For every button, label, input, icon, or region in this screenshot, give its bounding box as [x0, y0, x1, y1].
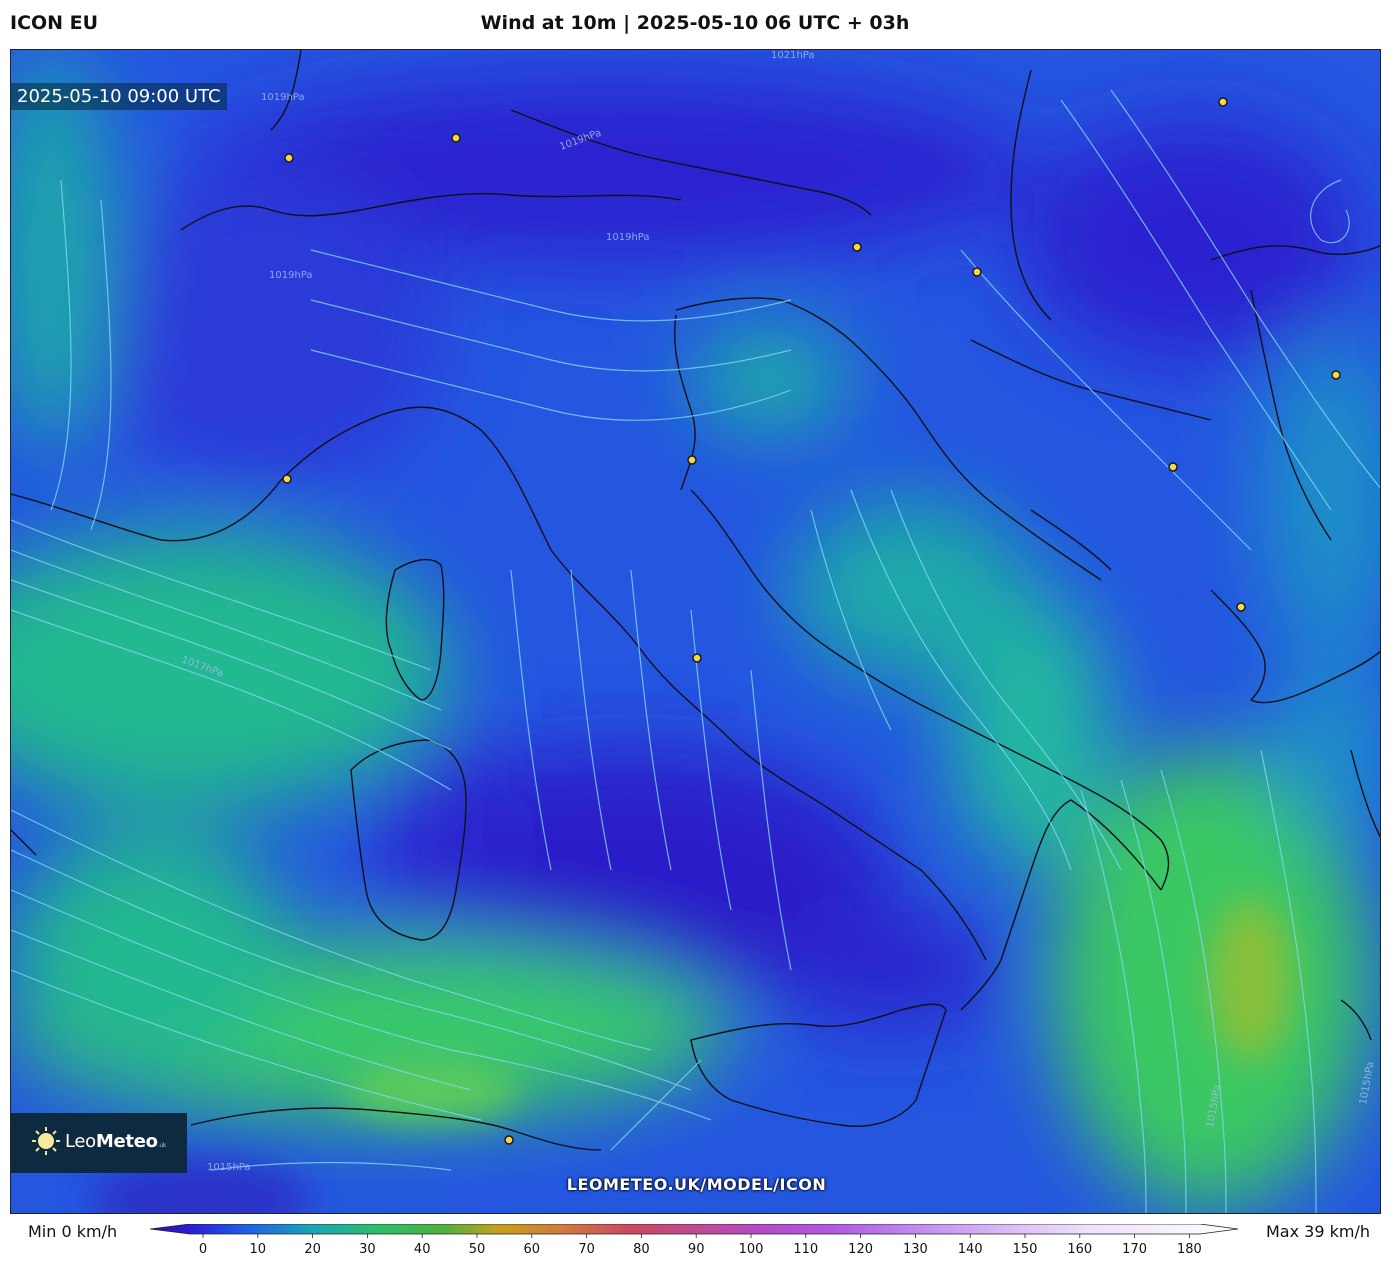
city-marker[interactable]: [852, 242, 862, 252]
brand-name: LeoMeteo.uk: [65, 1131, 166, 1152]
legend-tick-label: 70: [578, 1242, 595, 1257]
isobar-label: 1019hPa: [269, 270, 313, 281]
color-scale-bar: [150, 1224, 1239, 1235]
city-marker[interactable]: [451, 133, 461, 143]
legend-tick-label: 50: [469, 1242, 486, 1257]
valid-time-badge: 2025-05-10 09:00 UTC: [11, 83, 227, 110]
legend-tick-label: 20: [304, 1242, 321, 1257]
legend-tick-label: 40: [414, 1242, 431, 1257]
legend-max-label: Max 39 km/h: [1266, 1222, 1370, 1241]
city-marker[interactable]: [504, 1135, 514, 1145]
wind-map[interactable]: 1021hPa 1019hPa 1019hPa 1019hPa 1019hPa …: [10, 49, 1381, 1214]
legend-tick-label: 100: [739, 1242, 764, 1257]
brand-name-light: Leo: [65, 1131, 96, 1152]
isobar-label: 1019hPa: [606, 232, 650, 243]
brand-logo[interactable]: LeoMeteo.uk: [11, 1113, 187, 1173]
sun-icon: [32, 1127, 60, 1155]
isobar-label: 1021hPa: [771, 50, 815, 61]
city-marker[interactable]: [1168, 462, 1178, 472]
map-title: Wind at 10m | 2025-05-10 06 UTC + 03h: [480, 12, 910, 34]
legend-tick-label: 30: [359, 1242, 376, 1257]
legend-tick-label: 110: [793, 1242, 818, 1257]
city-marker[interactable]: [687, 455, 697, 465]
legend-tick-label: 130: [903, 1242, 928, 1257]
legend-tick-label: 140: [958, 1242, 983, 1257]
isobar-label: 1019hPa: [261, 92, 305, 103]
legend-tick-label: 60: [524, 1242, 541, 1257]
color-scale: 0 10 20 30 40 50 60 70 80 90 100 110 120 130 140 150 160…: [150, 1224, 1239, 1257]
city-marker[interactable]: [284, 153, 294, 163]
wind-field: 1021hPa 1019hPa 1019hPa 1019hPa 1019hPa …: [11, 50, 1380, 1213]
brand-suffix: .uk: [157, 1142, 167, 1149]
city-marker[interactable]: [1331, 370, 1341, 380]
brand-name-bold: Meteo: [95, 1131, 158, 1152]
city-marker[interactable]: [1218, 97, 1228, 107]
watermark-url: LEOMETEO.UK/MODEL/ICON: [566, 1175, 827, 1194]
legend-tick-label: 180: [1177, 1242, 1202, 1257]
legend-tick-label: 120: [848, 1242, 873, 1257]
legend-tick-label: 150: [1013, 1242, 1038, 1257]
legend-tick-label: 0: [199, 1242, 207, 1257]
city-marker[interactable]: [1236, 602, 1246, 612]
city-marker[interactable]: [692, 653, 702, 663]
legend-tick-label: 160: [1067, 1242, 1092, 1257]
city-marker[interactable]: [972, 267, 982, 277]
isobar-label: 1015hPa: [207, 1162, 251, 1173]
legend-tick-label: 170: [1122, 1242, 1147, 1257]
city-marker[interactable]: [282, 474, 292, 484]
legend-tick-label: 10: [250, 1242, 267, 1257]
legend-tick-label: 80: [633, 1242, 650, 1257]
legend-min-label: Min 0 km/h: [28, 1222, 118, 1241]
legend-tick-label: 90: [688, 1242, 705, 1257]
